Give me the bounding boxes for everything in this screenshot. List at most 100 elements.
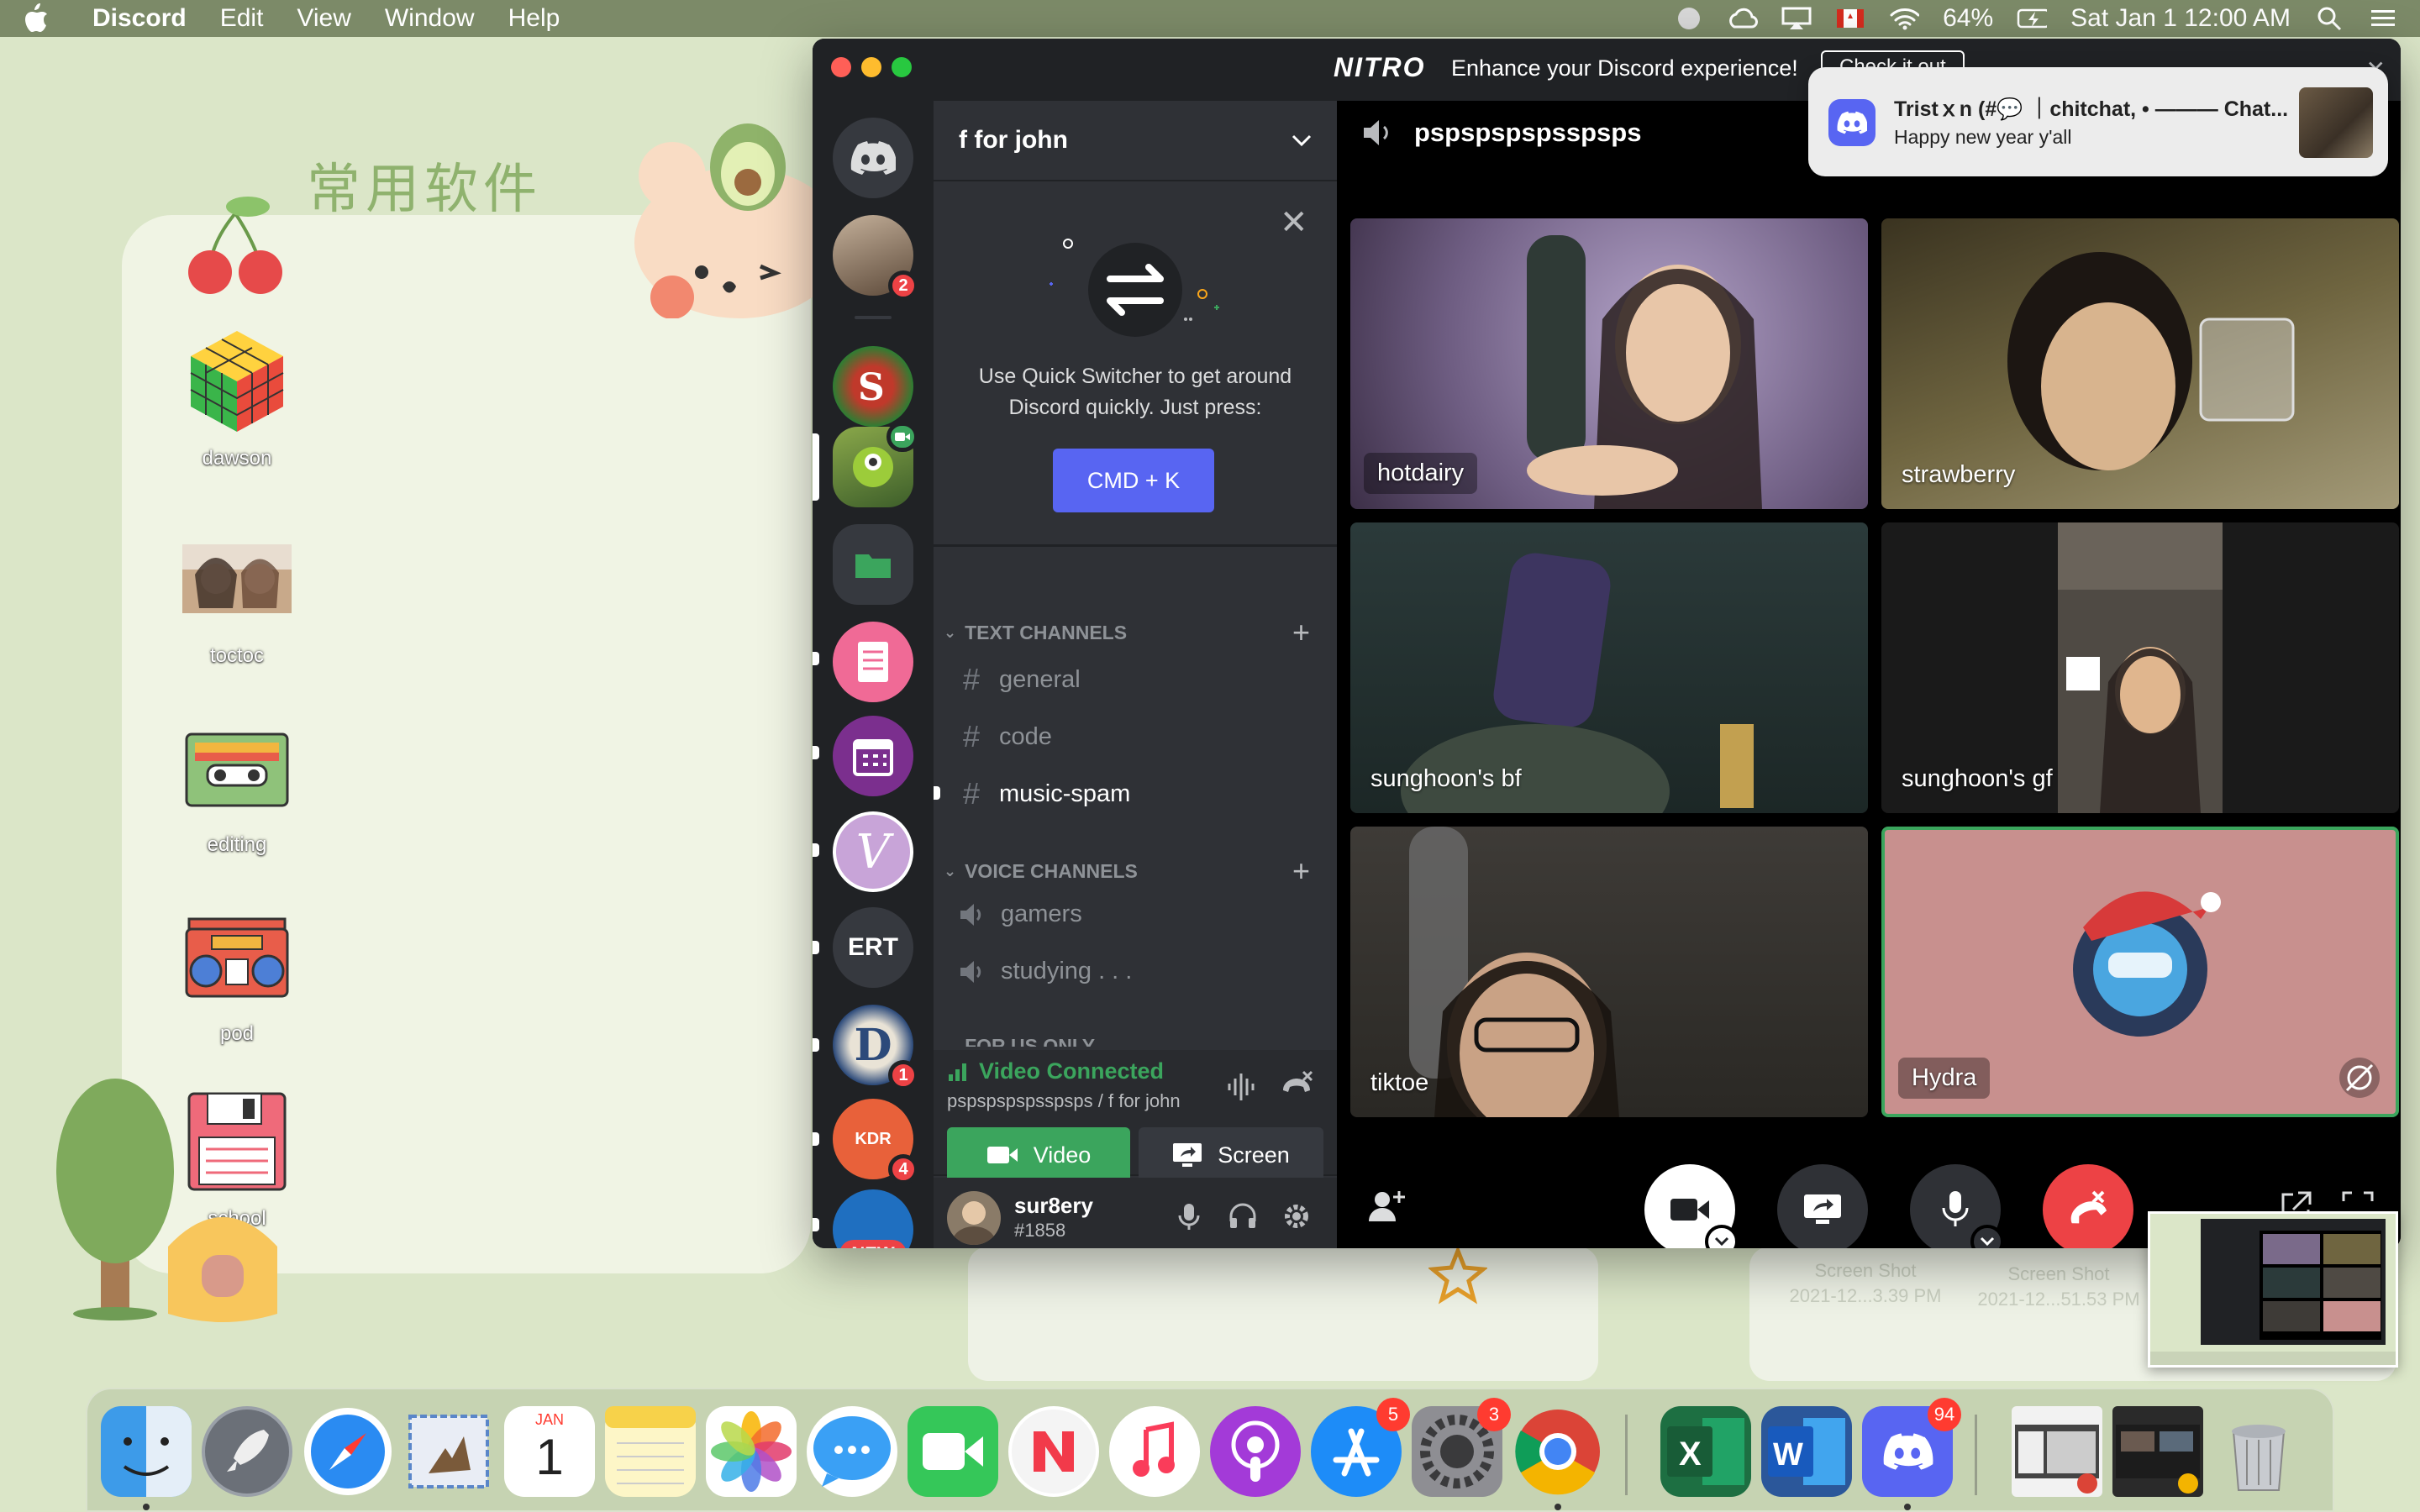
discord-notification[interactable]: Tristｘn (#💬 ｜chitchat, • ——— Chat... Hap… [1808, 67, 2388, 176]
video-tile[interactable]: sunghoon's gf [1881, 522, 2399, 813]
control-center-icon[interactable] [2368, 7, 2398, 30]
chevron-down-icon[interactable] [1705, 1225, 1739, 1248]
menu-edit[interactable]: Edit [220, 4, 264, 33]
record-icon[interactable] [1674, 7, 1704, 30]
desktop-icon-editing[interactable]: editing [153, 713, 321, 857]
mute-microphone-button[interactable] [1910, 1164, 2004, 1248]
dock-calendar[interactable]: JAN 1 [504, 1406, 595, 1497]
spotlight-search-icon[interactable] [2314, 7, 2344, 31]
home-button[interactable] [833, 118, 913, 198]
dock-system-preferences[interactable]: 3 [1412, 1398, 1511, 1497]
selected-server-indicator [813, 433, 819, 501]
server-kdrama[interactable]: KDR 4 [833, 1099, 918, 1184]
battery-charging-icon[interactable] [2017, 7, 2048, 30]
app-menu[interactable]: Discord [92, 4, 187, 33]
input-source-canada-icon[interactable] [1835, 7, 1865, 30]
server-header[interactable]: f for john [934, 101, 1337, 181]
channel-music-spam[interactable]: # music-spam [959, 776, 1130, 811]
apple-menu-icon[interactable] [22, 3, 49, 34]
video-tile[interactable]: strawberry [1881, 218, 2399, 509]
channel-name: general [999, 665, 1081, 693]
dm-avatar[interactable]: 2 [833, 215, 918, 301]
dock-minimized-window[interactable] [2112, 1406, 2203, 1497]
zoom-window-button[interactable] [892, 57, 912, 77]
dock-launchpad[interactable] [202, 1406, 292, 1497]
user-panel: sur8ery #1858 [934, 1178, 1337, 1248]
dock-mail[interactable] [403, 1406, 494, 1497]
category-voice-channels[interactable]: ⌄ VOICE CHANNELS + [944, 853, 1327, 889]
menu-window[interactable]: Window [385, 4, 475, 33]
close-window-button[interactable] [831, 57, 851, 77]
category-text-channels[interactable]: ⌄ TEXT CHANNELS + [944, 615, 1327, 650]
screenshot-file-label[interactable]: Screen Shot 2021-12...51.53 PM [1958, 1262, 2160, 1312]
dock-safari[interactable] [302, 1406, 393, 1497]
voice-status[interactable]: Video Connected [947, 1058, 1164, 1084]
invite-user-icon[interactable] [1367, 1188, 1407, 1225]
channel-general[interactable]: # general [959, 662, 1081, 697]
screenshot-preview[interactable] [2148, 1211, 2398, 1368]
dock-finder[interactable] [101, 1406, 192, 1510]
minimize-window-button[interactable] [861, 57, 881, 77]
video-tile-speaking[interactable]: Hydra [1881, 827, 2399, 1117]
server-folder[interactable] [833, 524, 913, 605]
video-toggle-button[interactable]: Video [947, 1127, 1130, 1183]
avatar[interactable] [947, 1191, 1001, 1245]
dock-music[interactable] [1109, 1406, 1200, 1497]
video-tile[interactable]: hotdairy [1350, 218, 1868, 509]
channel-code[interactable]: # code [959, 719, 1052, 754]
clock[interactable]: Sat Jan 1 12:00 AM [2070, 4, 2291, 33]
dock-messages[interactable] [807, 1406, 897, 1497]
headphones-icon[interactable] [1228, 1201, 1258, 1231]
server-v[interactable]: V [833, 811, 913, 892]
dock-trash[interactable] [2213, 1406, 2304, 1497]
leave-call-button[interactable] [2043, 1164, 2133, 1248]
camera-toggle-button[interactable] [1644, 1164, 1739, 1248]
desktop-icon-toctoc[interactable]: toctoc [153, 524, 321, 668]
menu-help[interactable]: Help [508, 4, 560, 33]
settings-gear-icon[interactable] [1281, 1201, 1312, 1231]
dock-minimized-window[interactable] [2012, 1406, 2102, 1497]
close-icon[interactable]: ✕ [1280, 203, 1308, 242]
voice-channel-path[interactable]: pspspspspsspsps / f for john [947, 1090, 1181, 1112]
menu-view[interactable]: View [297, 4, 350, 33]
server-d[interactable]: D 1 [833, 1005, 918, 1090]
username[interactable]: sur8ery [1014, 1193, 1093, 1219]
server-ert[interactable]: ERT [833, 907, 913, 988]
dock-podcasts[interactable] [1210, 1406, 1301, 1497]
desktop-icon-dawson[interactable]: dawson [153, 327, 321, 470]
quick-switcher-shortcut-button[interactable]: CMD + K [1053, 449, 1214, 512]
add-channel-icon[interactable]: + [1292, 615, 1310, 650]
dock-photos[interactable] [706, 1406, 797, 1497]
category-for-us-only[interactable]: ⌄ FOR US ONLY [944, 1035, 1327, 1047]
dock-news[interactable] [1008, 1406, 1099, 1497]
creative-cloud-icon[interactable] [1728, 7, 1759, 30]
video-tile[interactable]: sunghoon's bf [1350, 522, 1868, 813]
unread-indicator [934, 786, 940, 800]
dock-excel[interactable]: X [1660, 1406, 1751, 1497]
dock-chrome[interactable] [1512, 1406, 1603, 1510]
microphone-icon[interactable] [1174, 1201, 1204, 1231]
voice-channel-studying[interactable]: studying . . . [959, 958, 1132, 985]
server-monster[interactable] [833, 422, 918, 507]
server-calendar[interactable] [833, 716, 913, 796]
desktop-icon-pod[interactable]: pod [153, 902, 321, 1046]
add-channel-icon[interactable]: + [1292, 853, 1310, 889]
server-notebook[interactable] [833, 622, 913, 702]
airplay-icon[interactable] [1781, 7, 1812, 30]
screen-share-button[interactable]: Screen [1139, 1127, 1323, 1183]
dock-facetime[interactable] [908, 1406, 998, 1497]
noise-suppression-icon[interactable] [1224, 1070, 1258, 1104]
screenshot-file-label[interactable]: Screen Shot 2021-12...3.39 PM [1765, 1258, 1966, 1309]
dock-word[interactable]: W [1761, 1406, 1852, 1497]
voice-channel-gamers[interactable]: gamers [959, 900, 1082, 928]
chevron-down-icon[interactable] [1970, 1225, 2004, 1248]
dock-app-store[interactable]: 5 [1311, 1398, 1410, 1497]
wifi-icon[interactable] [1889, 7, 1920, 30]
video-tile[interactable]: tiktoe [1350, 827, 1868, 1117]
share-screen-button[interactable] [1777, 1164, 1868, 1248]
dock-notes[interactable] [605, 1406, 696, 1497]
server-christmas[interactable]: S [833, 346, 913, 427]
disconnect-call-icon[interactable] [1278, 1068, 1315, 1105]
dock-discord[interactable]: 94 [1862, 1398, 1961, 1510]
server-new[interactable]: NEW [833, 1189, 913, 1248]
